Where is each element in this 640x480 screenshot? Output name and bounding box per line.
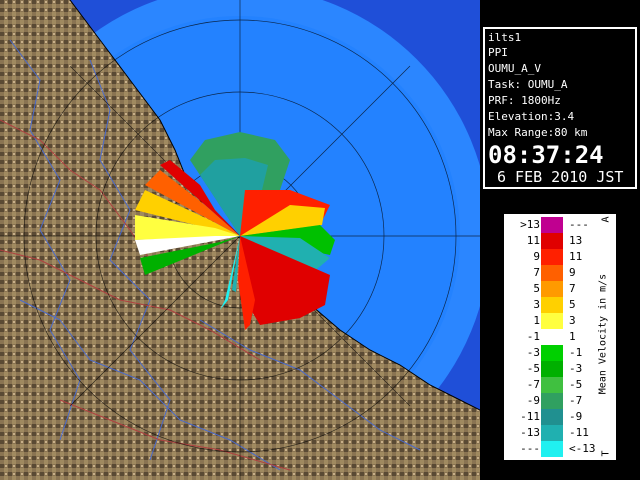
legend-swatch [541, 361, 563, 377]
legend-swatch [541, 281, 563, 297]
legend-swatch [541, 441, 563, 457]
legend-swatch [541, 297, 563, 313]
legend-lower-bound: 7 [533, 266, 540, 279]
max-range-label: Max Range:80 km [488, 126, 588, 139]
legend-swatch [541, 377, 563, 393]
legend-swatch [541, 425, 563, 441]
legend-lower-bound: -5 [526, 362, 540, 375]
radar-name: ilts1 [488, 31, 522, 44]
legend-lower-bound: -3 [526, 346, 540, 359]
legend-lower-bound: >13 [520, 218, 540, 231]
legend-swatch [541, 329, 563, 345]
legend-lower-bound: --- [520, 442, 540, 455]
legend-swatch [541, 393, 563, 409]
legend-swatch [541, 233, 563, 249]
legend-swatch [541, 217, 563, 233]
legend-lower-bound: -7 [526, 378, 540, 391]
legend-lower-bound: 1 [533, 314, 540, 327]
radar-info-box: ilts1 PPI OUMU_A_V Task: OUMU_A PRF: 180… [483, 27, 637, 189]
scan-date: 6 FEB 2010 JST [497, 168, 624, 186]
legend-lower-bound: -1 [526, 330, 540, 343]
legend-lower-bound: -11 [520, 410, 540, 423]
legend-title-text: Mean Velocity in m/s [597, 273, 609, 395]
legend-lower-bound: 5 [533, 282, 540, 295]
task-label: Task: OUMU_A [488, 78, 568, 91]
legend-upper-bound: <-13 [569, 442, 596, 455]
elevation-label: Elevation:3.4 [488, 110, 575, 123]
legend-upper-bound: --- [569, 218, 589, 231]
scan-time: 08:37:24 [488, 141, 604, 169]
legend-swatch [541, 313, 563, 329]
legend-lower-bound: 9 [533, 250, 540, 263]
legend-swatch [541, 249, 563, 265]
info-panel: ilts1 PPI OUMU_A_V Task: OUMU_A PRF: 180… [480, 0, 640, 480]
legend-title: Mean Velocity in m/s [590, 244, 616, 424]
scan-id: OUMU_A_V [488, 62, 541, 75]
legend-lower-bound: 11 [526, 234, 540, 247]
legend-swatch [541, 409, 563, 425]
velocity-legend: A >13 --- 11 13 9 11 7 9 5 7 3 5 1 3 -1 1 -3 -1 -5 -3 -7 -5 -9… [502, 212, 618, 462]
legend-swatch [541, 345, 563, 361]
legend-corner-bottom: T [600, 450, 612, 457]
legend-corner-top: A [600, 216, 612, 223]
radar-ppi-display [0, 0, 480, 480]
legend-lower-bound: -9 [526, 394, 540, 407]
legend-lower-bound: 3 [533, 298, 540, 311]
legend-lower-bound: -13 [520, 426, 540, 439]
product-type: PPI [488, 46, 508, 59]
prf-label: PRF: 1800Hz [488, 94, 561, 107]
legend-upper-bound: -11 [569, 426, 589, 439]
legend-swatch [541, 265, 563, 281]
